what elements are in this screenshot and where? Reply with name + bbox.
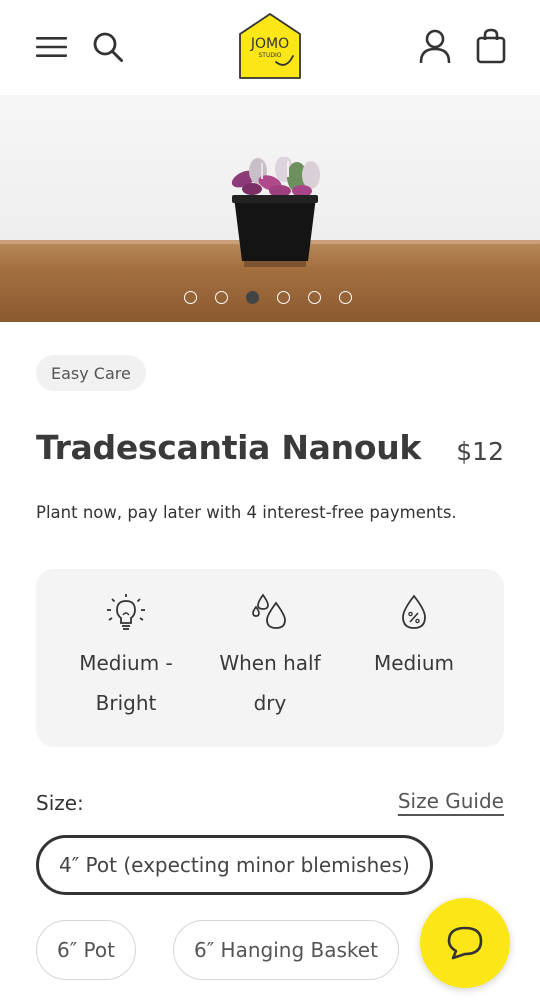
care-light-line2: Bright	[95, 691, 157, 715]
pay-later-text: Plant now, pay later with 4 interest-fre…	[36, 503, 457, 522]
plant-photo	[231, 157, 320, 267]
search-icon[interactable]	[92, 31, 124, 63]
care-light-line1: Medium -	[79, 651, 173, 675]
brand-logo[interactable]: JOMO STUDIO	[238, 12, 302, 80]
lightbulb-icon	[107, 594, 145, 630]
care-humidity: Medium	[339, 593, 489, 683]
care-water-line2: dry	[253, 691, 287, 715]
size-label: Size:	[36, 791, 84, 815]
humidity-drop-icon	[402, 594, 426, 629]
logo-subtext: STUDIO	[259, 52, 282, 59]
carousel-dot[interactable]	[308, 291, 321, 304]
easy-care-badge: Easy Care	[36, 355, 146, 391]
size-guide-link[interactable]: Size Guide	[398, 789, 504, 813]
water-drops-icon	[252, 593, 286, 629]
shopping-bag-icon[interactable]	[475, 28, 507, 64]
logo-text: JOMO	[250, 36, 289, 52]
carousel-dots	[184, 291, 352, 305]
product-image-carousel[interactable]	[0, 95, 540, 322]
size-option-6in-pot[interactable]: 6″ Pot	[36, 920, 136, 980]
carousel-dot[interactable]	[246, 291, 259, 304]
care-info-card: Medium - Bright When half dry Medium	[36, 569, 504, 747]
chat-bubble-icon	[447, 926, 483, 960]
account-icon[interactable]	[418, 29, 452, 63]
product-title: Tradescantia Nanouk	[36, 428, 422, 467]
care-humidity-line1: Medium	[374, 651, 454, 675]
size-option-4in-pot[interactable]: 4″ Pot (expecting minor blemishes)	[36, 835, 433, 895]
carousel-dot[interactable]	[184, 291, 197, 304]
care-water-line1: When half	[219, 651, 321, 675]
care-water: When half dry	[195, 593, 345, 723]
care-light: Medium - Bright	[51, 593, 201, 723]
carousel-dot[interactable]	[339, 291, 352, 304]
site-header: JOMO STUDIO	[0, 0, 540, 95]
carousel-dot[interactable]	[215, 291, 228, 304]
chat-button[interactable]	[420, 898, 510, 988]
product-price: $12	[456, 437, 504, 466]
carousel-dot[interactable]	[277, 291, 290, 304]
menu-icon[interactable]	[36, 34, 67, 60]
size-option-6in-hanging-basket[interactable]: 6″ Hanging Basket	[173, 920, 399, 980]
